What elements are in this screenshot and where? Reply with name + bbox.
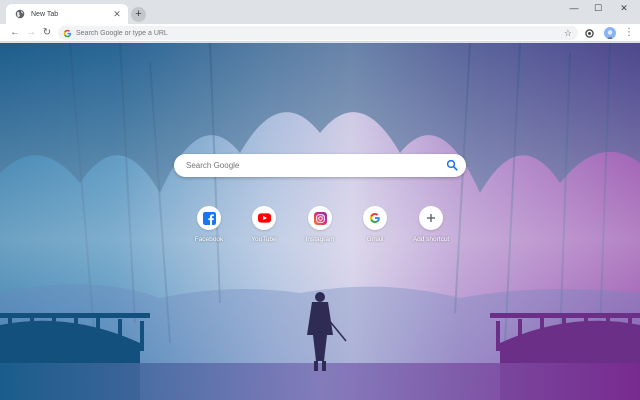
shortcut-label: Gmail xyxy=(366,236,384,243)
new-tab-button[interactable]: + xyxy=(131,7,146,22)
extension-circle-icon xyxy=(584,28,594,38)
maximize-icon[interactable]: ☐ xyxy=(590,3,606,14)
shortcut-label: YouTube xyxy=(251,236,277,243)
shortcut-tile xyxy=(197,206,221,230)
toolbar: ← → ↻ ☆ ⋮ xyxy=(0,24,640,42)
menu-icon[interactable]: ⋮ xyxy=(622,26,636,40)
shortcut-add[interactable]: Add shortcut xyxy=(403,206,459,243)
search-icon[interactable] xyxy=(446,159,458,171)
minimize-icon[interactable]: — xyxy=(566,3,582,13)
address-bar[interactable]: ☆ xyxy=(58,26,578,40)
new-tab-page: Facebook YouTube xyxy=(0,43,640,400)
shortcut-tile xyxy=(252,206,276,230)
instagram-icon xyxy=(313,211,327,225)
shortcut-label: Instagram xyxy=(305,236,335,243)
window-close-icon[interactable]: ✕ xyxy=(616,3,632,14)
bookmark-star-icon[interactable]: ☆ xyxy=(564,26,572,40)
shortcut-tile xyxy=(363,206,387,230)
back-icon[interactable]: ← xyxy=(8,26,22,40)
tab-new-tab[interactable]: New Tab ✕ xyxy=(6,4,128,24)
shortcuts: Facebook YouTube Instagram Gmail Add sho… xyxy=(181,206,461,251)
facebook-icon xyxy=(202,211,216,225)
shortcut-youtube[interactable]: YouTube xyxy=(236,206,292,243)
reload-icon[interactable]: ↻ xyxy=(40,26,54,40)
shortcut-gmail[interactable]: Gmail xyxy=(347,206,403,243)
search-box[interactable] xyxy=(174,154,466,177)
shortcut-tile xyxy=(308,206,332,230)
youtube-icon xyxy=(257,213,271,223)
tab-strip: New Tab ✕ + — ☐ ✕ xyxy=(0,0,640,24)
forward-icon[interactable]: → xyxy=(24,26,38,40)
shortcut-facebook[interactable]: Facebook xyxy=(181,206,237,243)
shortcut-label: Add shortcut xyxy=(412,236,450,243)
extension-icon[interactable] xyxy=(582,26,596,40)
address-input[interactable] xyxy=(76,29,546,37)
google-icon xyxy=(370,213,380,223)
shortcut-label: Facebook xyxy=(194,236,224,243)
shortcut-instagram[interactable]: Instagram xyxy=(292,206,348,243)
shortcut-tile xyxy=(419,206,443,230)
google-icon xyxy=(63,29,72,37)
search-input[interactable] xyxy=(186,161,436,170)
tab-title: New Tab xyxy=(31,10,59,18)
close-icon[interactable]: ✕ xyxy=(112,9,122,19)
avatar[interactable] xyxy=(604,27,616,39)
plus-icon xyxy=(427,214,435,222)
globe-icon xyxy=(15,9,25,19)
